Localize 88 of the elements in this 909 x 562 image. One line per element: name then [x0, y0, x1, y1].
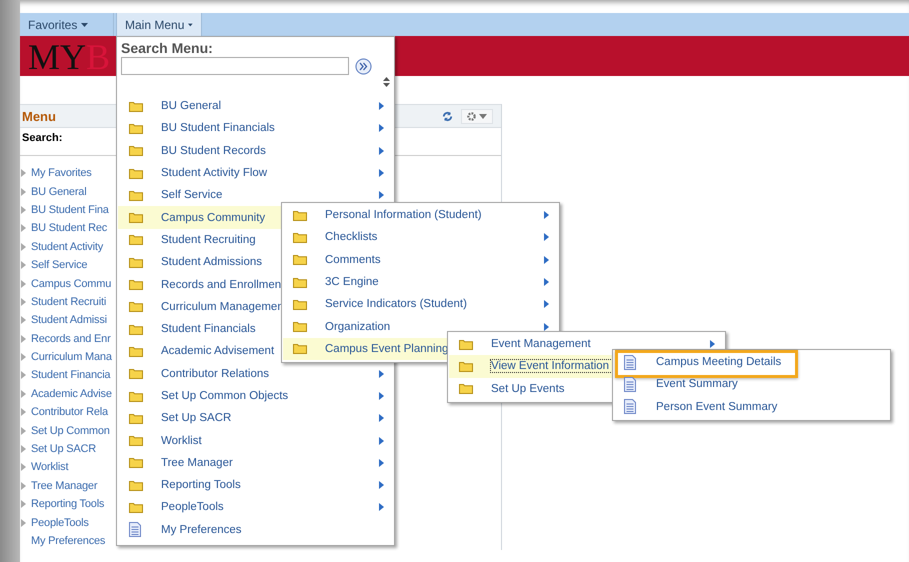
menu-item[interactable]: Self Service — [161, 189, 379, 202]
menu-item[interactable]: Student Financia — [31, 369, 110, 382]
menu-item[interactable]: Academic Advise — [31, 388, 112, 400]
folder-icon — [129, 457, 143, 468]
menu-item[interactable]: Curriculum Mana — [31, 351, 112, 364]
document-icon — [624, 399, 636, 414]
menu-item[interactable]: My Preferences — [161, 524, 379, 536]
document-icon — [129, 522, 141, 538]
menu-item[interactable]: PeopleTools — [31, 516, 89, 529]
caret-icon — [81, 22, 88, 26]
menu-item[interactable]: Tree Manager — [31, 480, 98, 492]
folder-icon — [293, 343, 307, 354]
folder-icon — [129, 390, 143, 402]
folder-icon — [293, 210, 307, 221]
menu-item[interactable]: Self Service — [31, 259, 88, 272]
folder-icon — [129, 279, 143, 290]
folder-icon — [129, 212, 143, 224]
caret-icon — [479, 114, 487, 118]
menu-item[interactable]: Reporting Tools — [31, 498, 104, 510]
menu-item[interactable]: Student Activity — [31, 240, 104, 253]
menu-item[interactable]: Personal Information (Student) — [325, 209, 544, 222]
folder-icon — [293, 321, 307, 332]
document-icon — [624, 354, 636, 370]
caret-icon — [188, 22, 193, 26]
folder-icon — [293, 298, 307, 310]
menu-item[interactable]: Checklists — [325, 231, 544, 244]
menu-item[interactable]: Reporting Tools — [161, 479, 379, 492]
menu-item[interactable]: Campus Meeting Details — [656, 356, 875, 368]
menu-item[interactable]: Worklist — [161, 434, 379, 447]
folder-icon — [129, 435, 143, 446]
menu-item[interactable]: My Preferences — [31, 535, 106, 547]
menu-item[interactable]: Event Summary — [656, 378, 875, 390]
menu-item[interactable]: Comments — [325, 254, 544, 266]
menu-item[interactable]: Student Admissi — [31, 314, 107, 326]
menu-tab[interactable]: Main Menu — [116, 13, 202, 36]
folder-icon — [129, 122, 143, 134]
menu-item[interactable]: BU Student Records — [161, 144, 379, 157]
search-field[interactable] — [121, 57, 349, 75]
menu-item[interactable]: Set Up SACR — [31, 443, 96, 456]
folder-icon — [129, 502, 143, 513]
folder-icon — [129, 100, 143, 112]
menu-item[interactable]: Set Up Common — [31, 424, 110, 437]
folder-icon — [129, 368, 143, 380]
folder-icon — [129, 256, 143, 268]
gear-icon — [467, 112, 476, 120]
menu-item[interactable]: BU Student Fina — [31, 204, 109, 216]
menu-item[interactable]: Student Activity Flow — [161, 167, 379, 180]
settings-button[interactable] — [461, 108, 493, 124]
menu-item[interactable]: Set Up Common Objects — [161, 390, 379, 402]
menu-item[interactable]: PeopleTools — [161, 501, 379, 514]
go-button-icon[interactable] — [355, 58, 372, 74]
menu-item[interactable]: BU General — [161, 100, 379, 112]
search-menu-title: Search Menu: — [121, 40, 214, 57]
menu-item[interactable]: BU Student Rec — [31, 222, 108, 234]
menu-item[interactable]: Person Event Summary — [656, 400, 875, 413]
folder-icon — [129, 190, 143, 201]
document-icon — [624, 376, 636, 392]
menu-item[interactable]: Tree Manager — [161, 456, 379, 469]
menu-item[interactable]: Contributor Relations — [161, 368, 379, 380]
folder-icon — [129, 324, 143, 335]
folder-icon — [293, 276, 307, 288]
menu-item[interactable]: Organization — [325, 320, 544, 333]
menu-item[interactable]: Campus Commu — [31, 278, 112, 290]
menu-item[interactable]: 3C Engine — [325, 276, 544, 288]
menu-item[interactable]: Contributor Rela — [31, 406, 108, 418]
menu-item[interactable]: Service Indicators (Student) — [325, 298, 544, 310]
menu-item[interactable]: Worklist — [31, 461, 68, 474]
menu-item[interactable]: Records and Enr — [31, 332, 111, 345]
folder-icon — [129, 346, 143, 357]
folder-icon — [129, 480, 143, 491]
folder-icon — [293, 232, 307, 243]
folder-icon — [293, 254, 307, 266]
menu-item[interactable]: My Favorites — [31, 167, 92, 180]
folder-icon — [129, 234, 143, 246]
menu-item[interactable]: BU General — [31, 186, 86, 198]
panel-title: Menu — [22, 108, 57, 124]
menu-item[interactable]: Student Recruiti — [31, 296, 106, 308]
folder-icon — [459, 338, 473, 350]
menu-item[interactable]: Event Management — [491, 338, 710, 350]
folder-icon — [459, 383, 473, 394]
logo-text: MY — [28, 38, 86, 76]
folder-icon — [129, 301, 143, 312]
menu-item[interactable]: Set Up SACR — [161, 412, 379, 424]
folder-icon — [129, 412, 143, 424]
sort-icon[interactable] — [383, 77, 390, 87]
folder-icon — [129, 168, 143, 179]
folder-icon — [129, 145, 143, 156]
refresh-icon[interactable] — [442, 110, 453, 122]
